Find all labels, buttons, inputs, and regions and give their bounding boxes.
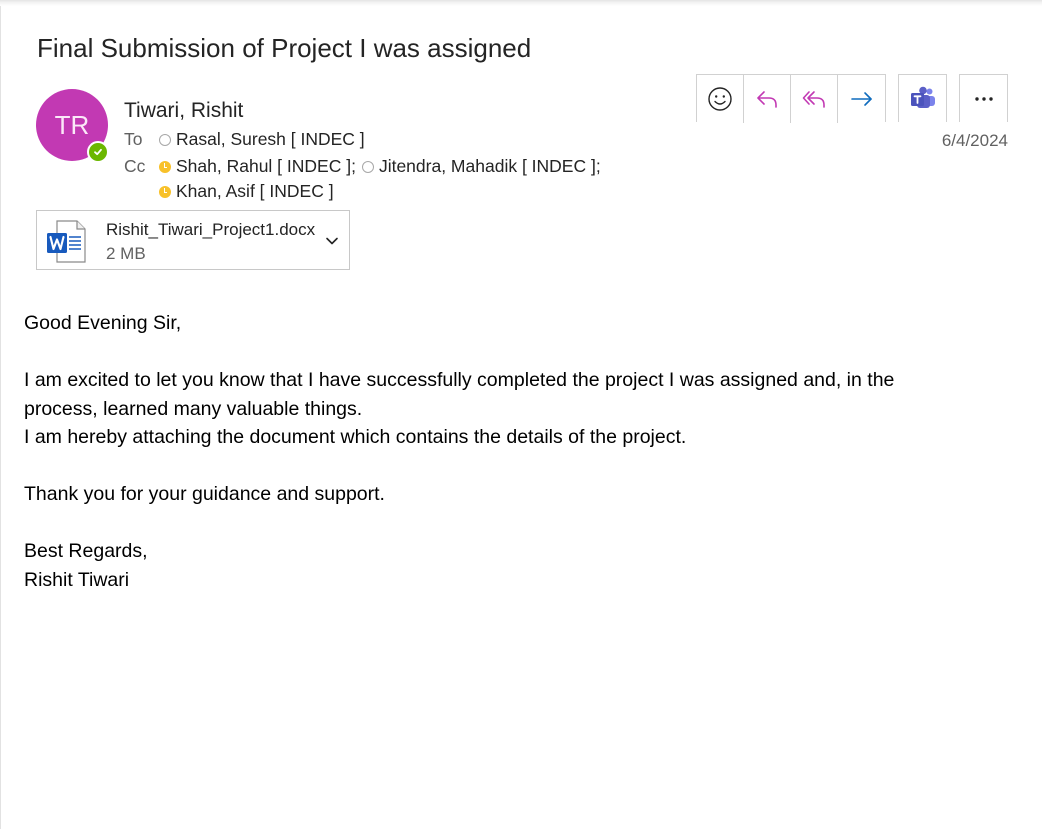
reply-actions-group (696, 74, 886, 123)
attachment-size: 2 MB (106, 244, 146, 263)
reply-icon (757, 91, 777, 108)
recipient-cc[interactable]: Shah, Rahul [ INDEC ]; (176, 156, 356, 177)
teams-group (898, 74, 947, 122)
window-top-edge (0, 0, 1042, 6)
attachment-card[interactable]: Rishit_Tiwari_Project1.docx 2 MB (36, 210, 350, 270)
presence-offline-icon (361, 160, 374, 173)
cc-label: Cc (124, 156, 146, 176)
cc-row: Cc Shah, Rahul [ INDEC ]; Jitendra, Maha… (124, 156, 601, 177)
presence-available-icon (87, 141, 109, 163)
more-icon (974, 97, 993, 101)
body-paragraph-line: I am hereby attaching the document which… (24, 426, 687, 448)
forward-button[interactable] (838, 75, 885, 123)
recipient-to[interactable]: Rasal, Suresh [ INDEC ] (176, 129, 365, 150)
body-paragraph-line: process, learned many valuable things. (24, 397, 363, 420)
sender-initials: TR (54, 109, 90, 140)
message-actions-toolbar (696, 74, 1008, 123)
body-closing: Best Regards, (24, 540, 148, 562)
body-thanks: Thank you for your guidance and support. (24, 483, 385, 505)
forward-icon (850, 92, 872, 106)
emoji-smile-icon (708, 87, 732, 111)
teams-icon (910, 86, 935, 108)
cc-row-continued: Khan, Asif [ INDEC ] (159, 181, 334, 202)
reply-button[interactable] (744, 75, 791, 123)
body-paragraph-line: I am excited to let you know that I have… (24, 369, 895, 391)
reply-all-button[interactable] (791, 75, 838, 123)
reply-all-icon (802, 91, 825, 108)
presence-away-icon (159, 185, 171, 198)
body-signature: Rishit Tiwari (24, 568, 130, 591)
body-greeting: Good Evening Sir, (24, 312, 182, 334)
chevron-down-icon[interactable] (325, 234, 339, 248)
word-doc-icon (47, 220, 86, 263)
attachment-name: Rishit_Tiwari_Project1.docx (106, 220, 316, 239)
message-body: Good Evening Sir, I am excited to let yo… (24, 309, 984, 594)
more-actions-button[interactable] (960, 75, 1007, 123)
email-subject: Final Submission of Project I was assign… (37, 33, 532, 63)
recipient-cc[interactable]: Khan, Asif [ INDEC ] (176, 181, 334, 202)
more-group (959, 74, 1008, 122)
recipient-cc[interactable]: Jitendra, Mahadik [ INDEC ]; (379, 156, 601, 177)
to-label: To (124, 129, 143, 149)
sender-name[interactable]: Tiwari, Rishit (124, 99, 243, 123)
emoji-reaction-button[interactable] (697, 75, 744, 123)
sent-date: 6/4/2024 (941, 131, 1008, 150)
presence-offline-icon (159, 133, 171, 146)
teams-chat-button[interactable] (899, 75, 946, 123)
presence-away-icon (159, 160, 171, 173)
to-row: To Rasal, Suresh [ INDEC ] (124, 129, 365, 150)
pane-divider (0, 6, 1, 829)
